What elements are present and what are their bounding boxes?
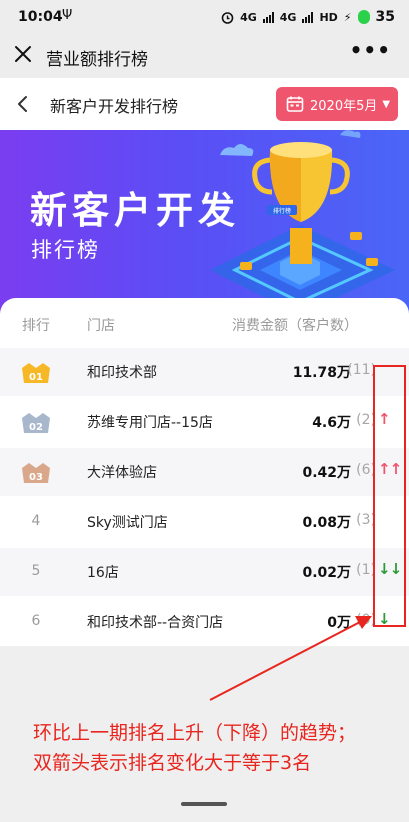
calendar-icon: [286, 96, 304, 112]
amount-value: 0.42万: [302, 465, 351, 481]
trophy-illustration: 排行榜: [210, 130, 395, 315]
gold-crown-icon: 01: [22, 363, 50, 383]
table-row[interactable]: 01 和印技术部 11.78万 (11): [0, 348, 409, 396]
amount-column-header: 消费金额（客户数）: [232, 318, 358, 334]
ranking-card: 排行 门店 消费金额（客户数） 01 和印技术部 11.78万 (11) 02 …: [0, 298, 409, 646]
rank-label: 01: [29, 372, 43, 383]
month-picker-button[interactable]: 2020年5月 ▼: [276, 87, 398, 121]
app-nav-bar: 营业额排行榜 •••: [0, 34, 409, 78]
status-icons: 4G 4G HD ⚡ 35: [221, 9, 395, 25]
silver-crown-icon: 02: [22, 413, 50, 433]
amount-value: 11.78万: [292, 365, 351, 381]
store-name: Sky测试门店: [87, 515, 168, 531]
store-name: 和印技术部: [87, 365, 157, 381]
back-icon[interactable]: [16, 94, 30, 114]
table-row[interactable]: 03 大洋体验店 0.42万 (6) ↑↑: [0, 448, 409, 496]
table-header: 排行 门店 消费金额（客户数）: [0, 298, 409, 346]
network-4g-label: 4G: [240, 10, 257, 24]
trend-highlight-box: [373, 365, 406, 627]
signal-icon-2: [302, 11, 314, 23]
amount-value: 0.08万: [302, 515, 351, 531]
table-row[interactable]: 4 Sky测试门店 0.08万 (3): [0, 498, 409, 546]
home-indicator[interactable]: [181, 802, 227, 806]
network-4g-label-2: 4G: [279, 10, 297, 24]
alarm-icon: [221, 11, 234, 24]
page-header: 新客户开发排行榜 2020年5月 ▼: [0, 78, 409, 130]
chevron-down-icon: ▼: [382, 98, 391, 110]
amount-value: 4.6万: [312, 415, 351, 431]
table-row[interactable]: 6 和印技术部--合资门店 0万 (0) ↓: [0, 598, 409, 646]
status-time: 10:04: [18, 9, 63, 25]
bronze-crown-icon: 03: [22, 463, 50, 483]
amount-value: 0.02万: [302, 565, 351, 581]
amount-value: 0万: [327, 615, 351, 631]
rank-number: 6: [31, 613, 41, 629]
rank-label: 03: [29, 472, 43, 483]
battery-icon: [357, 10, 370, 24]
rank-number: 5: [31, 563, 41, 579]
annotation-line-1: 环比上一期排名上升（下降）的趋势；: [33, 722, 357, 744]
annotation-line-2: 双箭头表示排名变化大于等于3名: [33, 752, 312, 774]
month-picker-label: 2020年5月: [310, 98, 378, 114]
rank-label: 02: [29, 422, 43, 433]
app-nav-title: 营业额排行榜: [46, 50, 148, 70]
store-name: 苏维专用门店--15店: [87, 415, 213, 431]
table-row[interactable]: 5 16店 0.02万 (1) ↓↓: [0, 548, 409, 596]
rank-column-header: 排行: [22, 318, 50, 334]
signal-icon: [262, 11, 274, 23]
table-row[interactable]: 02 苏维专用门店--15店 4.6万 (2) ↑: [0, 398, 409, 446]
store-name: 16店: [87, 565, 119, 581]
page-title: 新客户开发排行榜: [50, 97, 179, 116]
rank-number: 4: [31, 513, 41, 529]
trophy-label: 排行榜: [273, 207, 291, 215]
charging-icon: ⚡: [343, 10, 352, 24]
more-menu-icon[interactable]: •••: [350, 38, 391, 62]
banner-subtitle: 排行榜: [31, 238, 100, 262]
store-column-header: 门店: [87, 318, 115, 334]
customer-count: (11): [347, 362, 376, 378]
store-name: 大洋体验店: [87, 465, 157, 481]
annotation-note: 环比上一期排名上升（下降）的趋势； 双箭头表示排名变化大于等于3名: [33, 718, 356, 778]
close-icon[interactable]: [12, 43, 34, 65]
battery-level: 35: [375, 9, 395, 25]
status-bar: 10:04 Ψ 4G 4G HD ⚡ 35: [0, 0, 409, 34]
usb-icon: Ψ: [62, 8, 73, 23]
banner: 新客户开发 排行榜 排行榜: [0, 130, 409, 315]
store-name: 和印技术部--合资门店: [87, 615, 224, 631]
hd-icon: HD: [319, 10, 338, 24]
